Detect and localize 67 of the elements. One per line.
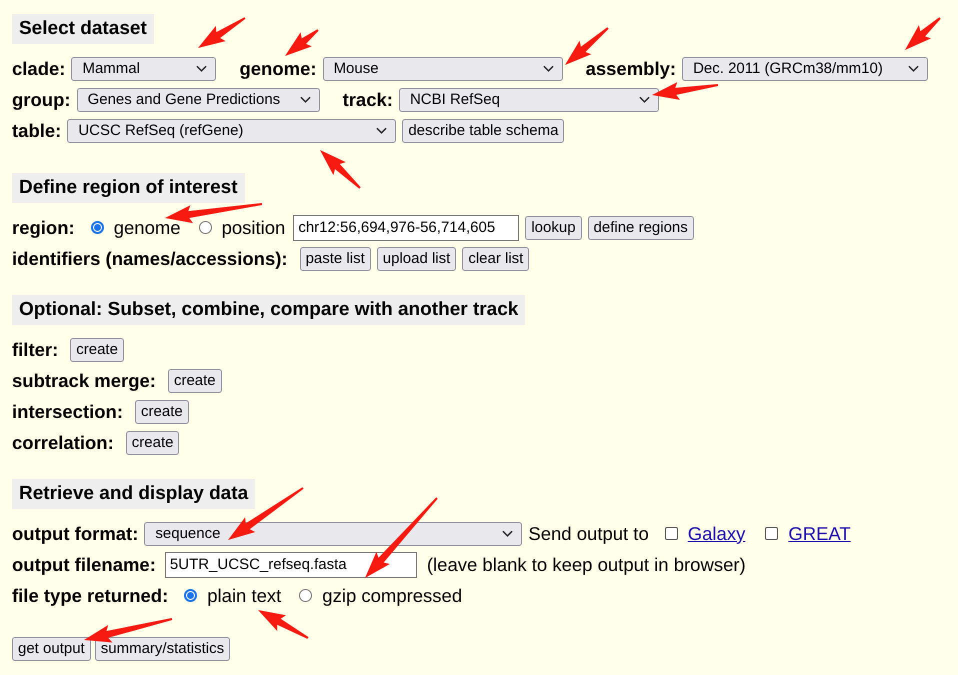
identifiers-label: identifiers (names/accessions): bbox=[12, 248, 288, 270]
clade-label: clade: bbox=[12, 58, 66, 80]
region-button[interactable]: lookup bbox=[525, 216, 582, 240]
filename-field[interactable]: 5UTR_UCSC_refseq.fasta bbox=[164, 552, 417, 578]
checkbox[interactable] bbox=[765, 527, 778, 540]
radio-button[interactable] bbox=[90, 221, 104, 234]
radio-label: gzip compressed bbox=[322, 584, 462, 606]
arrow-annotation bbox=[198, 17, 246, 48]
output-button[interactable]: summary/statistics bbox=[94, 636, 230, 660]
table-label: table: bbox=[12, 120, 62, 142]
output-format-dropdown[interactable]: sequence bbox=[144, 522, 522, 546]
genome-dropdown[interactable]: Mouse bbox=[322, 56, 563, 80]
assembly-dropdown[interactable]: Dec. 2011 (GRCm38/mm10) bbox=[682, 56, 928, 80]
radio-button[interactable] bbox=[184, 589, 198, 602]
create-button[interactable]: create bbox=[135, 400, 189, 424]
section-header: Retrieve and display data bbox=[12, 479, 256, 509]
radio-label: plain text bbox=[207, 584, 282, 606]
chevron-icon bbox=[502, 530, 514, 538]
track-label: track: bbox=[342, 88, 393, 110]
radio-button[interactable] bbox=[198, 221, 212, 234]
output-button[interactable]: get output bbox=[12, 636, 91, 660]
create-button[interactable]: create bbox=[70, 338, 124, 362]
arrow-annotation bbox=[285, 29, 319, 56]
radio-button[interactable] bbox=[299, 589, 312, 602]
arrow-annotation bbox=[905, 17, 941, 50]
chevron-icon bbox=[196, 64, 208, 72]
option-label: correlation: bbox=[12, 432, 114, 454]
create-button[interactable]: create bbox=[168, 368, 222, 392]
chevron-icon bbox=[542, 64, 554, 72]
option-label: filter: bbox=[12, 338, 58, 360]
describe-schema-button[interactable]: describe table schema bbox=[402, 118, 564, 142]
track-dropdown[interactable]: NCBI RefSeq bbox=[398, 88, 659, 112]
genome-label: genome: bbox=[239, 58, 317, 80]
group-dropdown[interactable]: Genes and Gene Predictions bbox=[76, 88, 320, 112]
section-header: Select dataset bbox=[12, 14, 154, 44]
arrow-annotation bbox=[652, 82, 718, 100]
arrow-annotation bbox=[258, 610, 308, 639]
clade-dropdown[interactable]: Mammal bbox=[71, 56, 216, 80]
assembly-label: assembly: bbox=[586, 58, 676, 80]
list-button[interactable]: upload list bbox=[376, 246, 456, 270]
chevron-icon bbox=[908, 64, 920, 72]
table-dropdown[interactable]: UCSC RefSeq (refGene) bbox=[67, 118, 396, 142]
create-button[interactable]: create bbox=[126, 430, 180, 454]
option-label: intersection: bbox=[12, 400, 124, 422]
section-header: Define region of interest bbox=[12, 173, 245, 203]
chevron-icon bbox=[376, 126, 388, 134]
list-button[interactable]: paste list bbox=[300, 246, 371, 270]
list-button[interactable]: clear list bbox=[462, 246, 530, 270]
option-label: subtrack merge: bbox=[12, 370, 156, 392]
arrow-annotation bbox=[320, 150, 361, 189]
output-filename-label: output filename: bbox=[12, 554, 156, 576]
radio-label: position bbox=[222, 216, 286, 238]
output-format-label: output format: bbox=[12, 522, 138, 544]
chevron-icon bbox=[300, 96, 311, 104]
destination-link[interactable]: Galaxy bbox=[688, 522, 746, 544]
send-output-label: Send output to bbox=[528, 522, 649, 544]
checkbox[interactable] bbox=[664, 527, 678, 540]
radio-label: genome bbox=[114, 216, 181, 238]
destination-link[interactable]: GREAT bbox=[788, 522, 851, 544]
file-type-label: file type returned: bbox=[12, 584, 168, 606]
section-header: Optional: Subset, combine, compare with another track bbox=[12, 295, 526, 325]
group-label: group: bbox=[12, 88, 71, 110]
region-label: region: bbox=[12, 216, 75, 238]
chevron-icon bbox=[638, 96, 650, 104]
filename-note: (leave blank to keep output in browser) bbox=[426, 554, 746, 576]
position-field[interactable]: chr12:56,694,976-56,714,605 bbox=[293, 214, 520, 240]
region-button[interactable]: define regions bbox=[588, 216, 694, 240]
